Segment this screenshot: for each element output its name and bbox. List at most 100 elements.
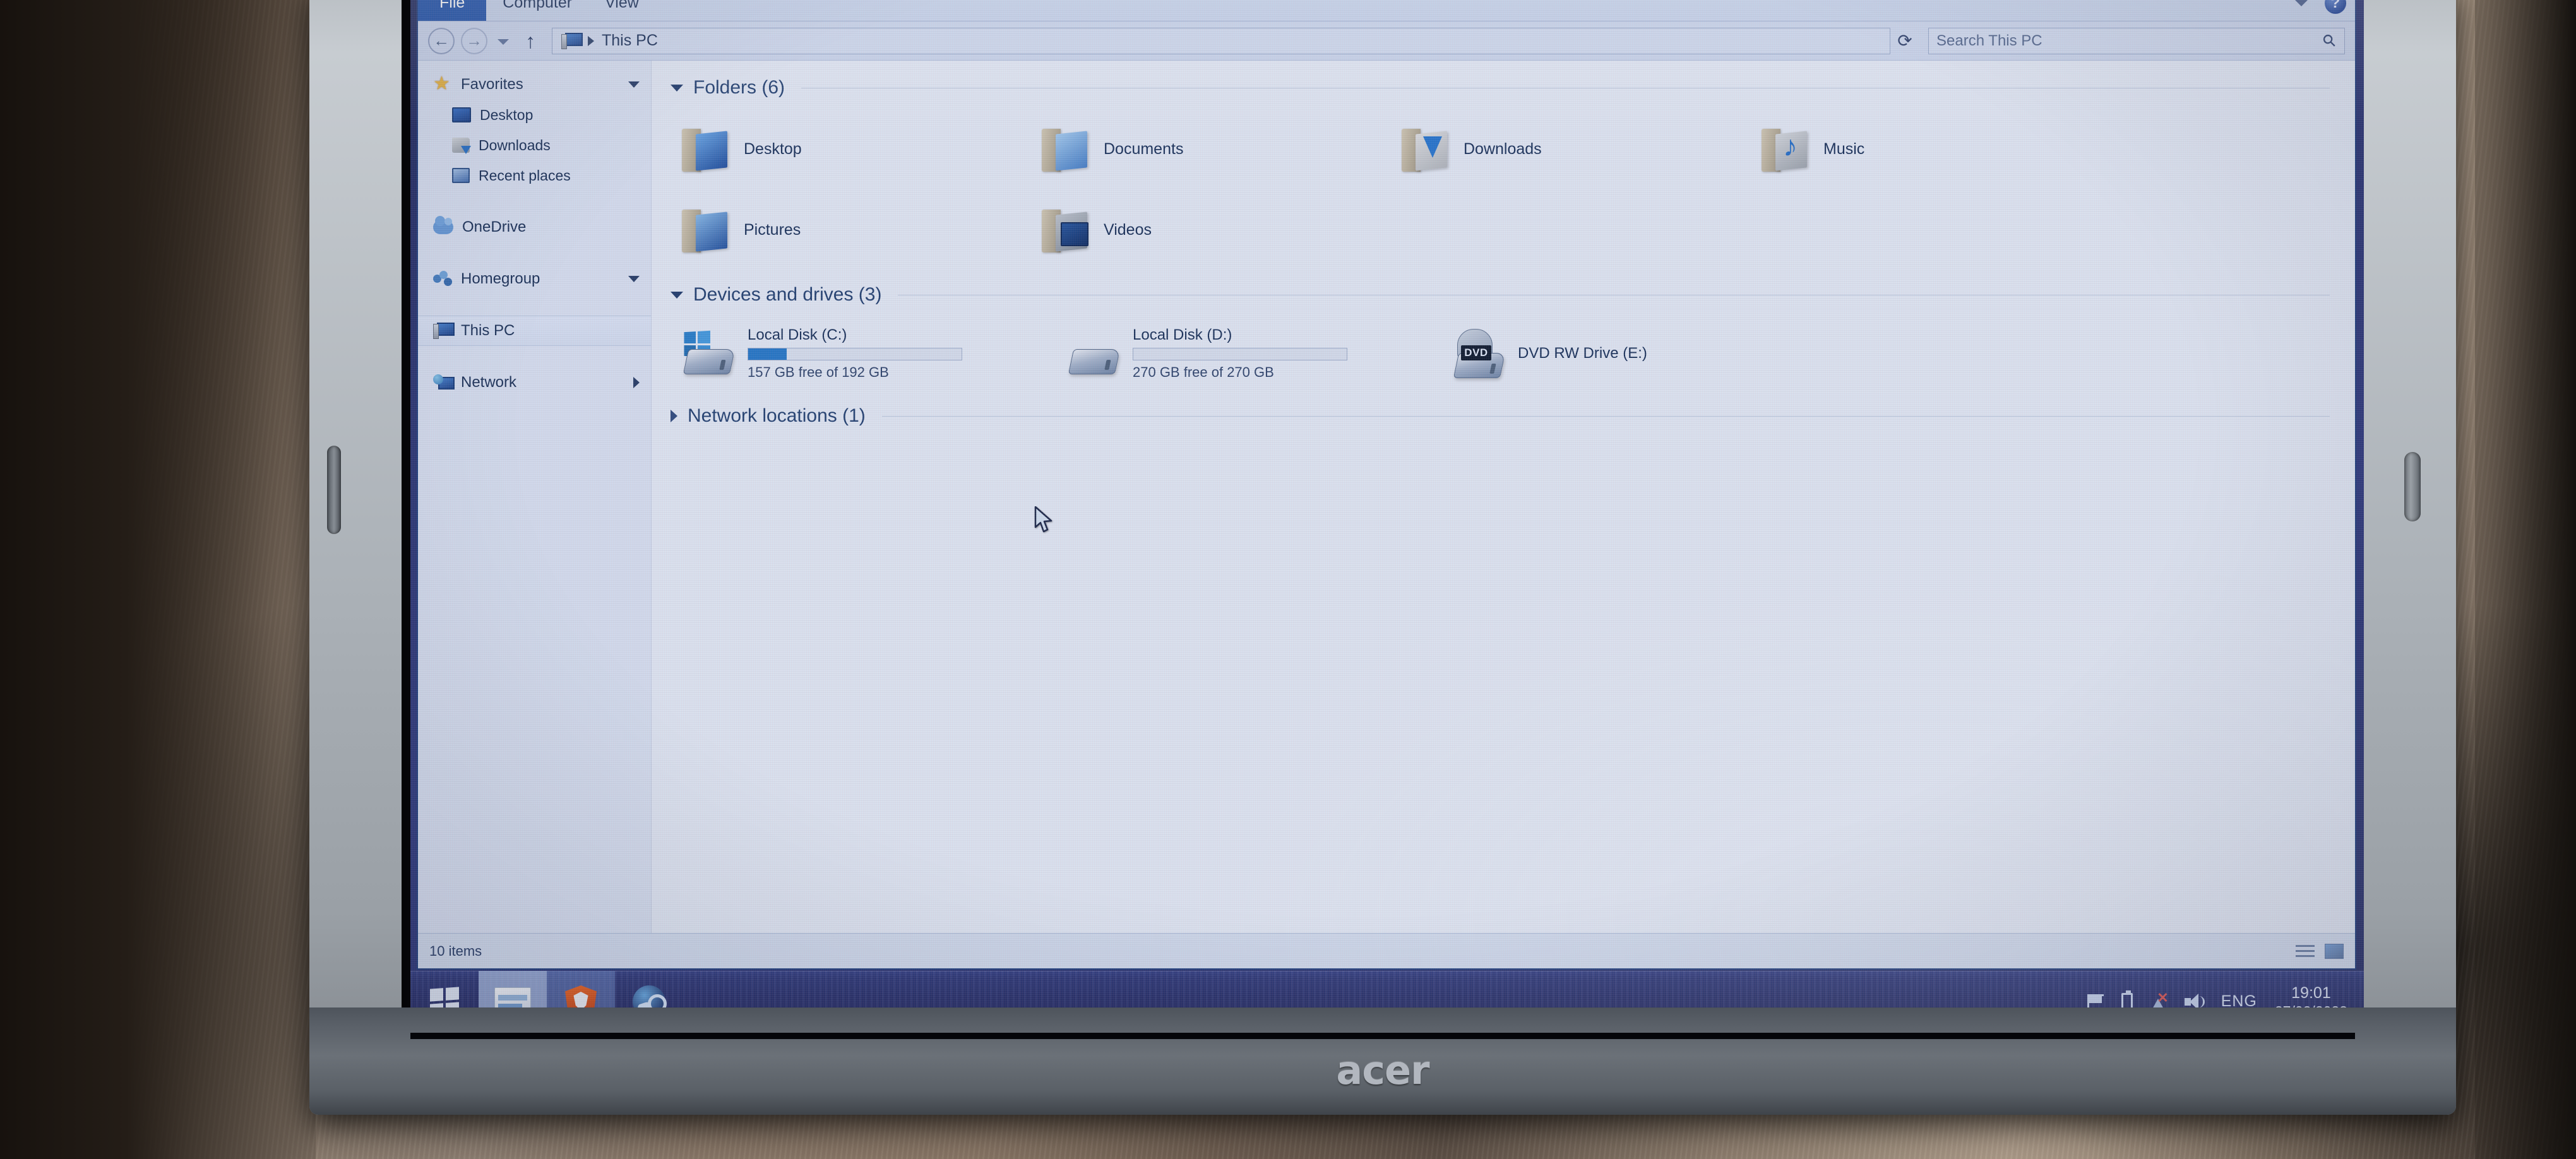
hinge-right [2404,452,2421,521]
this-pc-icon [561,32,583,49]
folder-downloads-icon [1402,125,1450,173]
drives-tile-grid: Local Disk (C:) 157 GB free of 192 GB Lo… [671,309,2355,389]
sidebar-item-label: Recent places [479,167,571,184]
tab-view-label: View [605,0,639,11]
drive-free-space-text: 157 GB free of 192 GB [748,364,889,380]
sidebar-item-label: Desktop [480,106,534,123]
large-icons-view-icon[interactable] [2325,943,2344,959]
group-collapse-triangle-icon[interactable] [671,410,677,422]
list-item-label: Pictures [744,220,801,239]
group-header-folders[interactable]: Folders (6) [671,77,2355,98]
list-item[interactable]: Local Disk (D:) 270 GB free of 270 GB [1067,318,1452,389]
sidebar-item-recent-places[interactable]: Recent places [418,160,651,191]
forward-arrow-icon: → [466,31,482,50]
folder-desktop-icon [682,125,730,173]
drive-meta: Local Disk (D:) 270 GB free of 270 GB [1133,326,1347,381]
sidebar-item-homegroup[interactable]: Homegroup [418,264,651,294]
status-bar: 10 items [418,933,2355,968]
tab-computer-label: Computer [503,0,573,11]
refresh-button[interactable]: ⟳ [1890,30,1919,51]
chevron-down-icon[interactable] [2294,0,2308,6]
list-item[interactable]: Videos [1042,189,1402,270]
search-placeholder: Search This PC [1936,32,2042,49]
sidebar-item-favorites[interactable]: ★ Favorites [418,69,651,100]
downloads-folder-icon [452,138,471,154]
back-arrow-icon: ← [433,31,450,50]
list-item-label: Local Disk (C:) [748,326,847,343]
search-input[interactable]: Search This PC ⚲ [1928,27,2345,54]
list-item[interactable]: Pictures [682,189,1042,270]
help-label: ? [2330,0,2340,11]
dvd-badge: DVD [1461,345,1491,360]
list-item-label: Downloads [1464,140,1542,158]
list-item-label: DVD RW Drive (E:) [1518,345,1647,362]
group-expand-triangle-icon[interactable] [671,291,683,299]
group-header-network-locations[interactable]: Network locations (1) [671,405,2355,427]
clock-time: 19:01 [2291,984,2331,1002]
sidebar-item-this-pc[interactable]: This PC [418,316,651,346]
laptop-bottom-chassis: acer [309,1007,2456,1115]
address-bar: ← → ↑ This PC ⟳ Search This PC ⚲ [418,21,2355,61]
list-item[interactable]: Local Disk (C:) 157 GB free of 192 GB [682,318,1067,389]
expand-triangle-icon[interactable] [628,276,640,282]
network-icon [433,374,455,391]
sidebar-item-label: Downloads [479,136,551,153]
forward-button[interactable]: → [461,27,487,54]
list-item[interactable]: Documents [1042,109,1402,189]
tab-view[interactable]: View [588,0,655,21]
list-item[interactable]: Music [1762,109,2121,189]
sidebar-item-downloads[interactable]: Downloads [418,130,651,160]
breadcrumb[interactable]: This PC [552,27,1890,54]
monitor-icon [452,107,471,122]
cloud-icon [433,216,453,234]
status-item-count: 10 items [429,942,482,959]
refresh-icon: ⟳ [1897,31,1912,51]
status-view-buttons [2296,943,2344,959]
details-view-icon[interactable] [2296,943,2315,959]
folder-videos-icon [1042,206,1090,254]
up-arrow-icon[interactable]: ↑ [525,31,535,51]
sidebar-item-onedrive[interactable]: OneDrive [418,212,651,242]
file-explorer-window: File Computer View ? ← → ↑ This PC ⟳ Sea… [417,0,2356,970]
list-item-label: Documents [1104,140,1184,158]
collapse-triangle-icon[interactable] [633,377,640,388]
expand-triangle-icon[interactable] [628,81,640,88]
list-item-label: Music [1823,140,1865,158]
list-item-label: Local Disk (D:) [1133,326,1232,343]
sidebar-item-network[interactable]: Network [418,367,651,398]
sidebar-item-label: Network [461,374,517,391]
homegroup-icon [433,271,452,287]
list-item[interactable]: Desktop [682,109,1042,189]
left-shadow-region [0,0,316,1159]
ribbon-tabstrip: File Computer View ? [418,0,2355,21]
list-item-label: Videos [1104,220,1152,239]
drive-usage-bar [748,348,962,360]
group-title: Folders (6) [693,77,785,98]
content-pane: Folders (6) Desktop Documents Downloads … [652,61,2355,933]
breadcrumb-current-label: This PC [602,32,658,49]
this-pc-icon [433,323,455,339]
sidebar-item-desktop[interactable]: Desktop [418,100,651,130]
up-arrow-glyph: ↑ [525,29,535,52]
recent-locations-chevron-down-icon[interactable] [498,39,509,45]
tab-computer[interactable]: Computer [486,0,588,21]
tab-file-label: File [439,0,465,11]
folder-pictures-icon [682,206,730,254]
breadcrumb-separator-icon [588,35,594,46]
list-item[interactable]: Downloads [1402,109,1762,189]
navigation-pane: ★ Favorites Desktop Downloads Recent pla… [418,61,652,933]
search-icon[interactable]: ⚲ [2318,30,2340,52]
back-button[interactable]: ← [428,27,455,54]
group-expand-triangle-icon[interactable] [671,84,683,92]
laptop-device: File Computer View ? ← → ↑ This PC ⟳ Sea… [309,0,2456,1115]
list-item[interactable]: DVD DVD RW Drive (E:) [1452,318,1837,389]
group-header-devices[interactable]: Devices and drives (3) [671,284,2355,306]
help-icon[interactable]: ? [2325,0,2346,14]
tab-file[interactable]: File [418,0,487,21]
hard-drive-icon [1067,331,1121,376]
hinge-left [327,446,341,534]
drive-free-space-text: 270 GB free of 270 GB [1133,364,1274,380]
sidebar-item-label: This PC [461,322,515,339]
